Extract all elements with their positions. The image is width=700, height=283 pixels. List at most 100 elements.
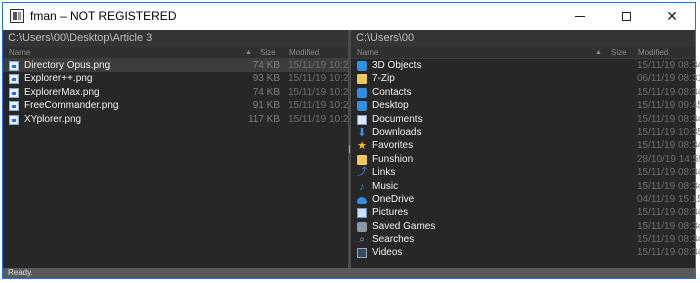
file-modified: 15/11/19 08:34 [637,167,700,179]
file-row[interactable]: XYplorer.png 117 KB 15/11/19 10:23 [3,113,354,126]
file-row[interactable]: ExplorerMax.png 74 KB 15/11/19 10:24 [3,86,354,99]
file-modified: 15/11/19 10:35 [637,126,700,138]
splitter-grip-icon [349,145,350,153]
file-name: Directory Opus.png [24,60,111,71]
contacts-icon [357,87,367,98]
file-row[interactable]: Videos 15/11/19 08:34 [351,246,700,259]
file-modified: 28/10/19 14:59 [637,153,700,165]
left-pane[interactable]: C:\Users\00\Desktop\Article 3 Name ▲ Siz… [3,30,354,268]
file-modified: 15/11/19 08:34 [637,220,700,232]
minimize-icon [575,16,585,17]
png-file-icon [9,114,19,125]
file-modified: 15/11/19 09:45 [637,100,700,112]
status-bar: Ready. [3,268,695,278]
size-column-header[interactable]: Size [260,47,276,58]
file-modified: 15/11/19 08:34 [637,180,700,192]
file-name: Searches [372,234,415,246]
desktop-icon [357,101,367,112]
file-modified: 15/11/19 10:22 [288,100,354,112]
file-name: OneDrive [372,193,415,205]
file-row[interactable]: Funshion 28/10/19 14:59 [351,153,700,166]
file-row[interactable]: ⬇ Downloads 15/11/19 10:35 [351,126,700,139]
file-name: Videos [372,247,403,259]
file-modified: 15/11/19 08:34 [637,247,700,259]
fman-app-icon [10,9,24,23]
close-button[interactable]: ✕ [649,3,695,30]
close-icon: ✕ [666,8,678,24]
right-pane[interactable]: C:\Users\00 Name ▲ Size Modified 3D Obje… [351,30,700,268]
file-name: Downloads [372,126,422,138]
file-row[interactable]: OneDrive 04/11/19 15:15 [351,193,700,206]
file-modified: 15/11/19 10:25 [288,73,354,85]
folder-icon [357,154,367,165]
right-file-list: 3D Objects 15/11/19 08:34 7-Zip 06/11/19 08… [351,59,700,260]
file-row[interactable]: Saved Games 15/11/19 08:34 [351,220,700,233]
file-size: 117 KB [247,113,280,125]
window-title: fman – NOT REGISTERED [30,9,177,23]
file-size: 74 KB [252,86,280,98]
file-row[interactable]: Contacts 15/11/19 08:34 [351,86,700,99]
png-file-icon [9,101,19,112]
file-name: XYplorer.png [24,113,82,125]
file-modified: 04/11/19 15:15 [637,193,700,205]
app-window: fman – NOT REGISTERED ✕ C:\Users\00\Desk… [2,2,700,279]
title-bar[interactable]: fman – NOT REGISTERED ✕ [3,3,695,30]
file-row[interactable]: FreeCommander.png 91 KB 15/11/19 10:22 [3,99,354,112]
file-name: Contacts [372,86,412,98]
music-icon: ♪ [359,180,365,193]
left-file-list: Directory Opus.png 74 KB 15/11/19 10:23 Exp… [3,59,354,126]
modified-column-header[interactable]: Modified [638,47,668,58]
file-name: Saved Games [372,220,436,232]
documents-icon [357,114,367,125]
favorites-icon: ★ [357,140,367,153]
file-row[interactable]: Explorer++.png 93 KB 15/11/19 10:25 [3,72,354,85]
minimize-button[interactable] [557,3,603,30]
png-file-icon [9,61,19,71]
right-path-bar[interactable]: C:\Users\00 [351,30,695,47]
file-modified: 06/11/19 08:31 [637,73,700,85]
left-path-bar[interactable]: C:\Users\00\Desktop\Article 3 [3,30,348,47]
right-column-header: Name ▲ Size Modified [351,47,695,59]
file-modified: 15/11/19 10:23 [288,60,354,71]
size-column-header[interactable]: Size [611,47,627,58]
file-row[interactable]: Desktop 15/11/19 09:45 [351,99,700,112]
pictures-icon [357,208,367,219]
maximize-icon [621,12,631,21]
name-column-header[interactable]: Name [357,47,378,58]
links-icon: ⤴ [357,167,367,179]
file-row[interactable]: ⤴ Links 15/11/19 08:34 [351,166,700,179]
videos-icon [357,248,367,259]
file-row[interactable]: ★ Favorites 15/11/19 08:34 [351,139,700,153]
file-row[interactable]: 3D Objects 15/11/19 08:34 [351,59,700,72]
file-row[interactable]: 7-Zip 06/11/19 08:31 [351,72,700,85]
png-file-icon [9,87,19,98]
file-name: Pictures [372,207,409,219]
file-name: Funshion [372,153,414,165]
saved-games-icon [357,221,367,232]
file-name: Desktop [372,100,409,112]
file-modified: 15/11/19 10:24 [288,86,354,98]
file-row[interactable]: Documents 15/11/19 08:34 [351,113,700,126]
file-row[interactable]: Pictures 15/11/19 08:34 [351,206,700,219]
file-row[interactable]: ⌕ Searches 15/11/19 08:34 [351,233,700,246]
left-column-header: Name ▲ Size Modified [3,47,348,59]
name-column-header[interactable]: Name [9,47,30,58]
sort-ascending-icon: ▲ [245,49,252,56]
maximize-button[interactable] [603,3,649,30]
file-modified: 15/11/19 08:34 [637,60,700,71]
file-modified: 15/11/19 08:34 [637,140,700,152]
file-modified: 15/11/19 08:34 [637,207,700,219]
file-modified: 15/11/19 08:34 [637,86,700,98]
searches-icon: ⌕ [359,234,365,246]
file-modified: 15/11/19 10:23 [288,113,354,125]
file-row[interactable]: ♪ Music 15/11/19 08:34 [351,180,700,193]
png-file-icon [9,74,19,85]
file-name: Music [372,180,399,192]
file-size: 91 KB [252,100,280,112]
file-name: Explorer++.png [24,73,93,85]
file-name: Documents [372,113,423,125]
file-size: 74 KB [252,60,280,71]
file-row[interactable]: Directory Opus.png 74 KB 15/11/19 10:23 [3,59,354,73]
modified-column-header[interactable]: Modified [289,47,319,58]
sort-ascending-icon: ▲ [595,49,602,56]
